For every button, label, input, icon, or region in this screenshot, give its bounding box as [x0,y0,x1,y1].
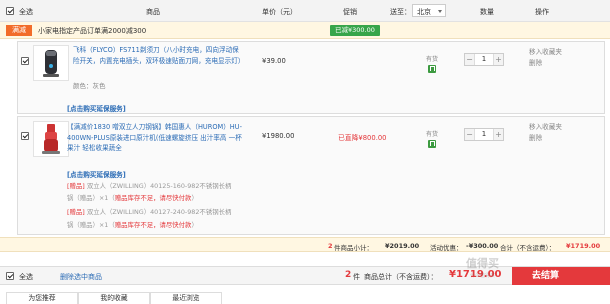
gift-tag: [赠品] [67,182,85,190]
product-image[interactable] [33,121,69,157]
item-checkbox[interactable] [21,57,29,65]
move-to-favorites[interactable]: 移入收藏夹 [529,47,562,58]
gift-qty-suffix: ） [191,221,198,229]
promo-discount: 已直降¥800.00 [338,134,387,142]
watermark-sub: 什么值得买 [470,273,496,279]
gift-tag: [赠品] [67,208,85,216]
tab-recent[interactable]: 最近浏览 [150,292,222,304]
chevron-right-icon: › [532,271,536,280]
tab-favorites[interactable]: 我的收藏 [78,292,150,304]
discount-label: 活动优惠： [430,244,463,252]
total-amount: ¥1719.00 [566,242,601,250]
gift-stock-warning: 赠品库存不足，请尽快付款 [114,194,192,202]
bottom-count: 2 [345,270,352,280]
gift-stock-warning: 赠品库存不足，请尽快付款 [114,221,192,229]
promo-text[interactable]: 小家电指定产品订单满2000减300 [38,26,146,36]
quantity-stepper[interactable]: − 1 + [464,53,504,66]
select-all-checkbox[interactable] [6,7,14,15]
promo-tag: 满减 [6,25,32,36]
col-unit-price: 单价（元） [262,8,297,16]
subtotal-amount: ¥2019.00 [385,242,420,250]
warranty-service-link[interactable]: [点击购买延保服务] [67,103,126,113]
cart-item: 飞科（FLYCO）FS711剃须刀（八小时充电，四向浮动保险开关，内置充电插头，… [17,41,605,114]
gift-item-status: 锅（赠品）×1（赠品库存不足，请尽快付款） [67,193,198,203]
delete-item[interactable]: 删除 [529,133,542,144]
watermark: 值得买 [466,257,499,270]
gift-qty: 锅（赠品）×1（ [67,194,115,202]
quantity-stepper[interactable]: − 1 + [464,128,504,141]
product-name[interactable]: 【满减价1830 噌双立人刀钢锅】韩国惠人（HUROM）HU-400WN-PLU… [67,122,247,154]
gift-name[interactable]: 双立人（ZWILLING）40127-240-982不锈钢长柄 [85,208,232,216]
region-select[interactable]: 北京 [412,4,446,17]
delete-selected-link[interactable]: 删除选中商品 [60,272,102,282]
subtotal-bar: 2 件商品小计： ¥2019.00 活动优惠： -¥300.00 合计（不含运费… [0,237,610,252]
quantity-decrease[interactable]: − [465,129,475,140]
col-qty: 数量 [480,8,494,16]
recommendation-tabs: 为您推荐 我的收藏 最近浏览 [0,290,610,304]
region-value: 北京 [417,8,431,16]
gift-item: [赠品] 双立人（ZWILLING）40127-240-982不锈钢长柄 [67,207,231,217]
tab-recommend[interactable]: 为您推荐 [6,292,78,304]
unit-price: ¥39.00 [262,57,286,65]
warranty-service-link[interactable]: [点击购买延保服务] [67,169,126,179]
quantity-increase[interactable]: + [493,129,503,140]
col-op: 操作 [535,8,549,16]
product-name[interactable]: 飞科（FLYCO）FS711剃须刀（八小时充电，四向浮动保险开关，内置充电插头，… [73,45,244,66]
delete-item[interactable]: 删除 [529,58,542,69]
item-checkbox[interactable] [21,132,29,140]
select-all-checkbox-bottom[interactable] [6,272,14,280]
cart-header: 全选 商品 单价（元） 促销 送至： 北京 数量 操作 [0,0,610,22]
gift-name[interactable]: 双立人（ZWILLING）40125-160-982不锈钢长柄 [85,182,232,190]
unit-price: ¥1980.00 [262,132,295,140]
discount-amount: -¥300.00 [466,242,499,250]
quantity-value[interactable]: 1 [475,129,493,140]
product-image[interactable] [33,45,69,81]
move-to-favorites[interactable]: 移入收藏夹 [529,122,562,133]
col-promo: 促销 [343,8,357,16]
bottom-count-label: 件 [353,273,360,281]
col-product: 商品 [146,8,160,16]
shaver-image [43,50,59,77]
subtotal-count: 2 [328,242,333,250]
gift-qty-suffix: ） [191,194,198,202]
checkout-button[interactable]: 去结算 › [512,267,610,285]
product-color: 颜色：灰色 [73,82,106,90]
total-label: 合计（不含运费）： [500,244,556,252]
quantity-decrease[interactable]: − [465,54,475,65]
checkout-label: 去结算 [532,271,560,281]
bottom-total-label: 商品总计（不含运费）： [364,273,438,281]
in-stock-icon [428,65,436,73]
promo-saved-badge: 已减¥300.00 [330,25,380,36]
gift-item: [赠品] 双立人（ZWILLING）40125-160-982不锈钢长柄 [67,181,231,191]
gift-qty: 锅（赠品）×1（ [67,221,115,229]
quantity-increase[interactable]: + [493,54,503,65]
juicer-image [42,124,60,154]
promo-bar: 满减 小家电指定产品订单满2000减300 已减¥300.00 [0,22,610,39]
checkout-bar: 全选 删除选中商品 2 件 商品总计（不含运费）： ¥1719.00 去结算 › [0,266,610,285]
chevron-down-icon [438,10,442,13]
col-ship-to: 送至： [390,8,411,16]
stock-status: 有货 [425,131,438,138]
gift-item-status: 锅（赠品）×1（赠品库存不足，请尽快付款） [67,220,198,230]
select-all-label: 全选 [19,8,33,16]
subtotal-count-label: 件商品小计： [334,244,373,252]
stock-status: 有货 [425,56,438,63]
cart-item: 【满减价1830 噌双立人刀钢锅】韩国惠人（HUROM）HU-400WN-PLU… [17,116,605,235]
quantity-value[interactable]: 1 [475,54,493,65]
select-all-label-bottom: 全选 [19,273,33,281]
in-stock-icon [428,140,436,148]
